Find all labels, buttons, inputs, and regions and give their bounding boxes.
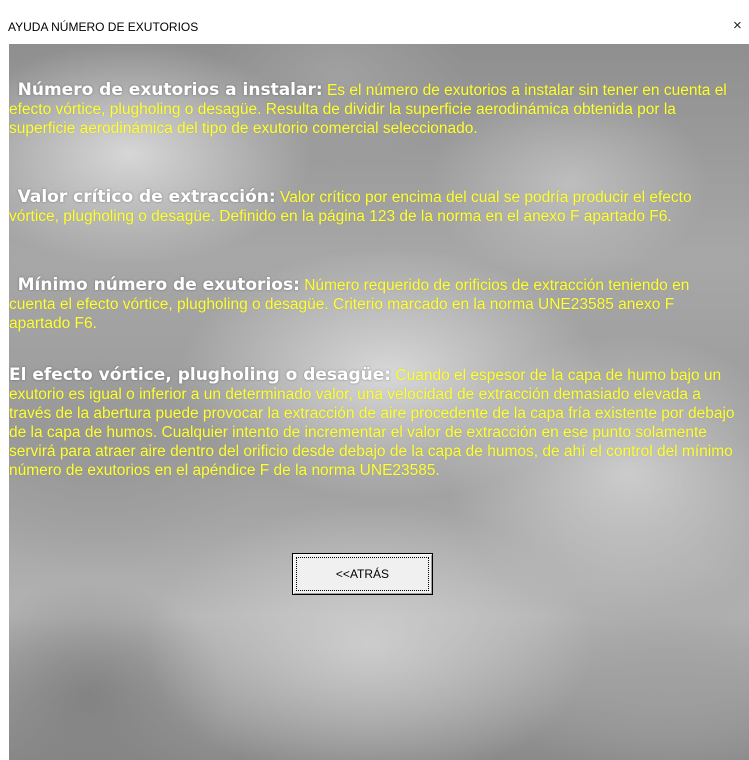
help-item-efecto-vortice: El efecto vórtice, plugholing o desagüe:… [9,366,737,480]
close-icon[interactable]: × [733,15,749,37]
help-item-valor-critico: Valor crítico de extracción: Valor críti… [9,188,737,226]
help-item-numero-exutorios: Número de exutorios a instalar: Es el nú… [9,81,737,138]
smoke-background-panel: Número de exutorios a instalar: Es el nú… [9,44,749,760]
title-bar: AYUDA NÚMERO DE EXUTORIOS × [0,0,749,44]
help-term: Mínimo número de exutorios: [17,275,300,295]
back-button-label: <<ATRÁS [296,557,429,591]
window-title: AYUDA NÚMERO DE EXUTORIOS [8,20,199,34]
back-button[interactable]: <<ATRÁS [292,553,433,595]
help-window: AYUDA NÚMERO DE EXUTORIOS × Número de ex… [0,0,749,760]
help-item-minimo-exutorios: Mínimo número de exutorios: Número reque… [9,276,737,333]
help-term: Número de exutorios a instalar: [17,80,323,100]
help-term: Valor crítico de extracción: [17,187,276,207]
help-term: El efecto vórtice, plugholing o desagüe: [9,365,392,385]
